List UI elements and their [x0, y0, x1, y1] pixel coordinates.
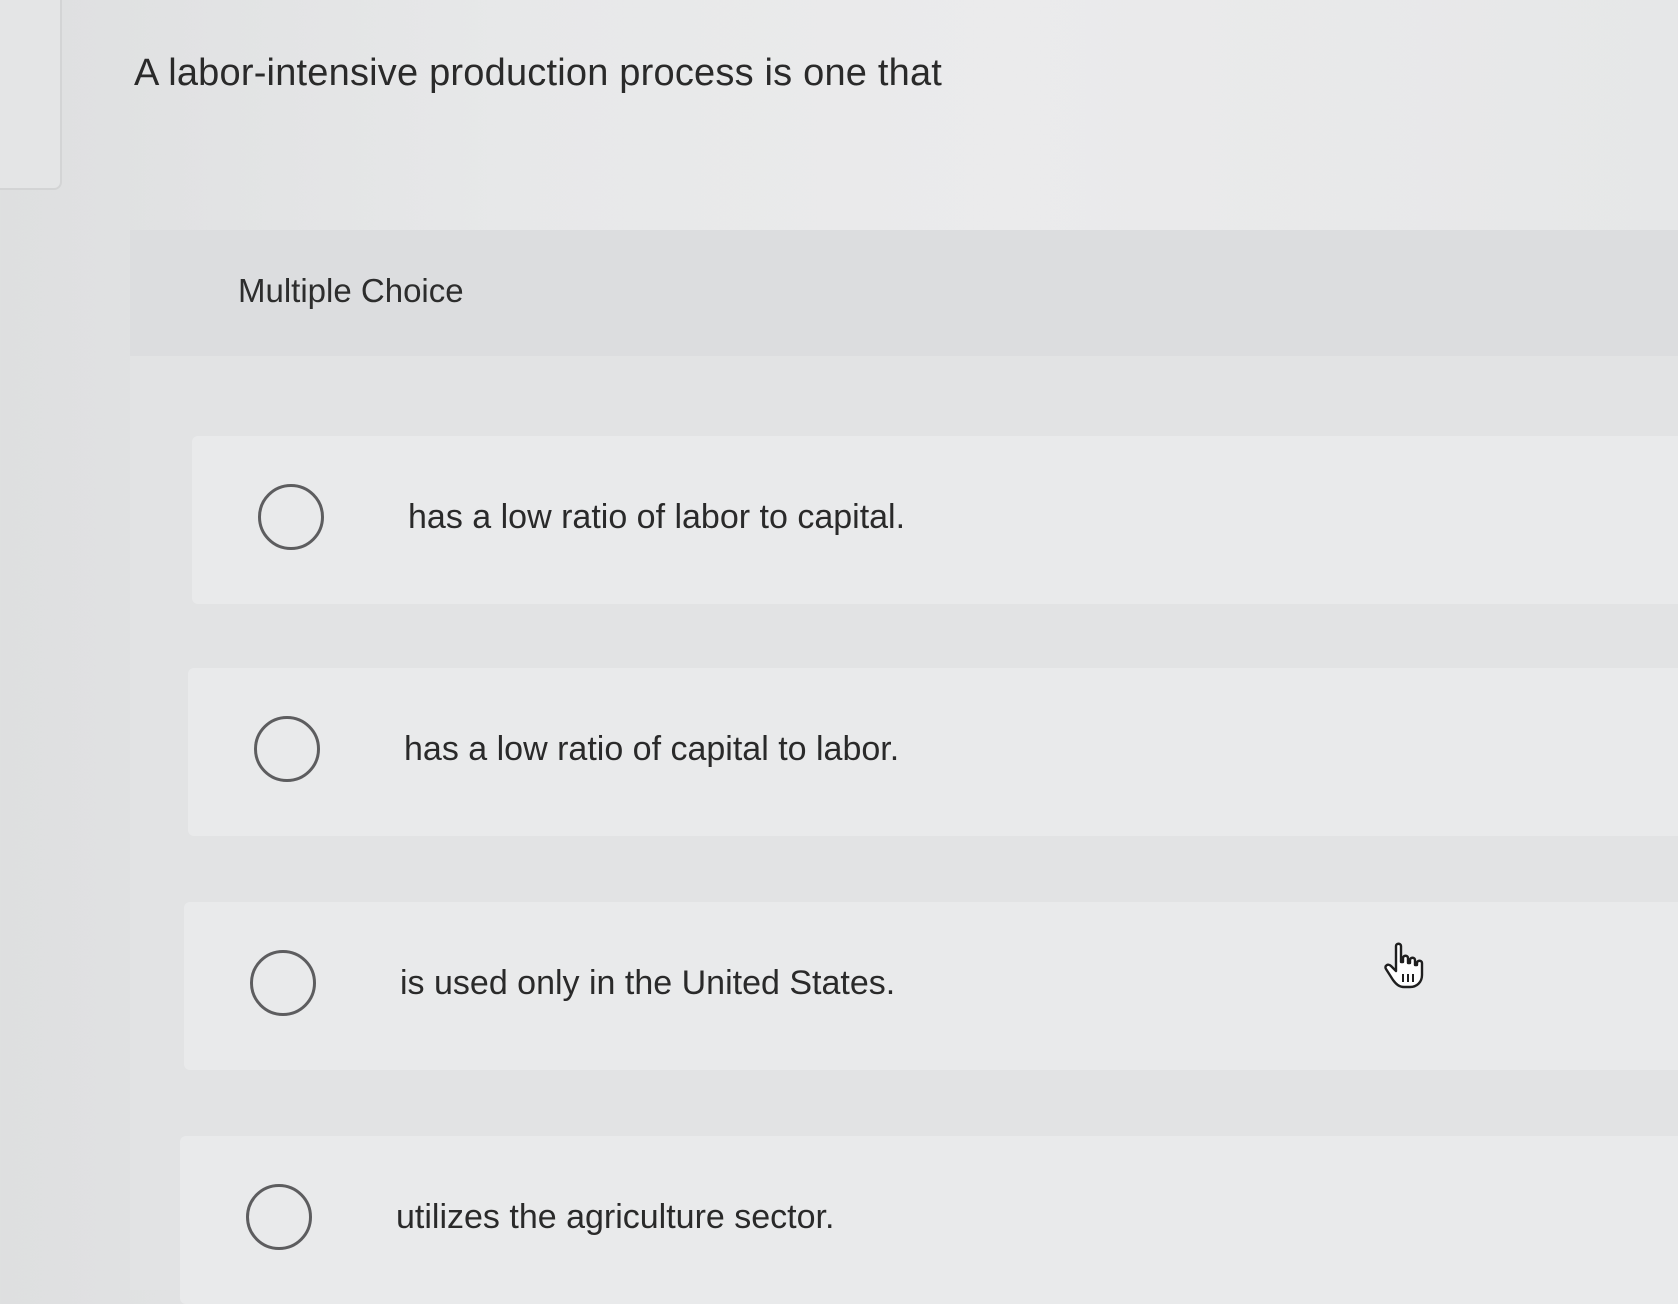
radio-button[interactable]	[246, 1184, 312, 1250]
answer-option-2[interactable]: has a low ratio of capital to labor.	[188, 668, 1678, 836]
radio-button[interactable]	[254, 716, 320, 782]
question-prompt: A labor-intensive production process is …	[134, 52, 943, 94]
answer-option-3[interactable]: is used only in the United States.	[184, 902, 1678, 1070]
answer-option-label: has a low ratio of capital to labor.	[404, 730, 900, 768]
answer-option-4[interactable]: utilizes the agriculture sector.	[180, 1136, 1678, 1304]
radio-button[interactable]	[250, 950, 316, 1016]
hand-pointer-icon	[1382, 942, 1426, 990]
panel-header: Multiple Choice	[130, 230, 1678, 356]
answer-option-label: has a low ratio of labor to capital.	[408, 498, 906, 536]
multiple-choice-panel: Multiple Choice has a low ratio of labor…	[130, 230, 1678, 1304]
left-edge-panel	[0, 0, 62, 190]
radio-button[interactable]	[258, 484, 324, 550]
answer-option-label: utilizes the agriculture sector.	[396, 1198, 835, 1236]
answer-option-1[interactable]: has a low ratio of labor to capital.	[192, 436, 1678, 604]
question-type-label: Multiple Choice	[238, 272, 464, 309]
answer-option-label: is used only in the United States.	[400, 964, 896, 1002]
